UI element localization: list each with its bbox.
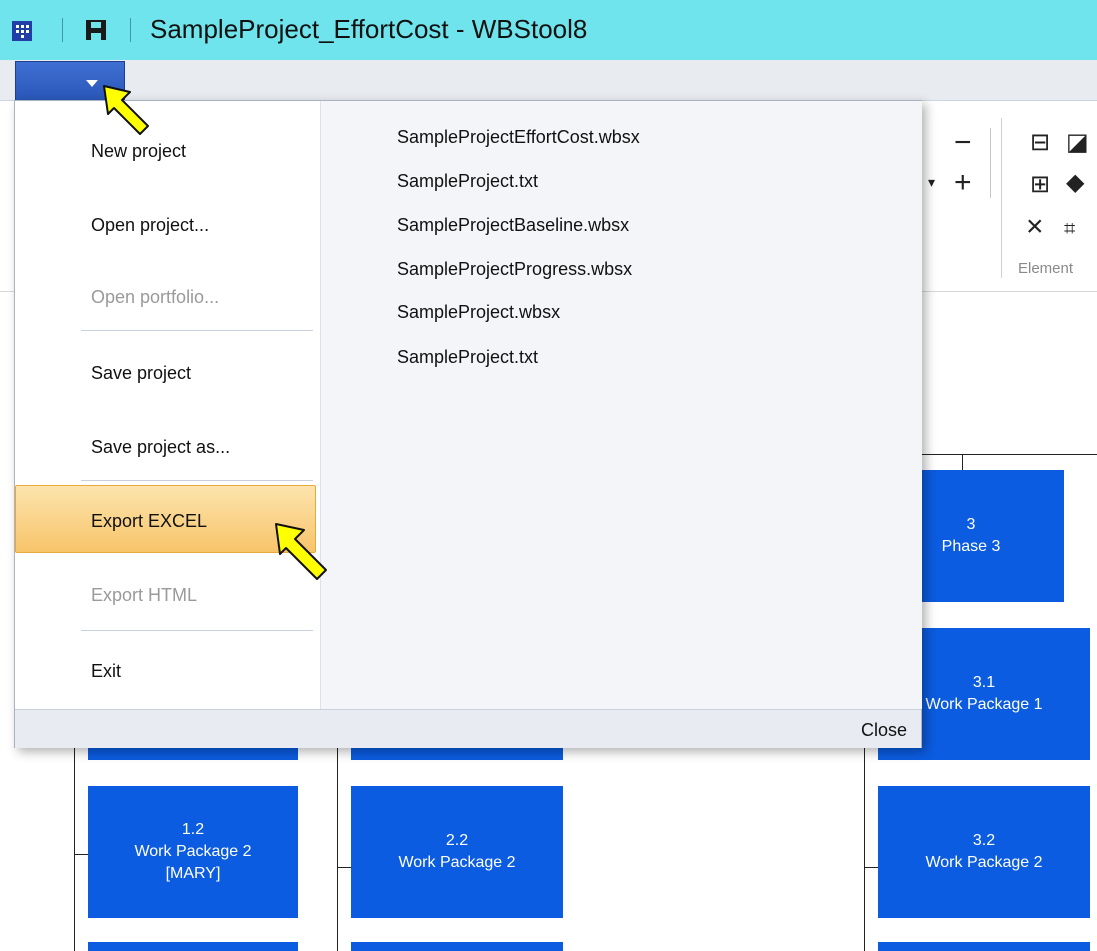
ribbon-group-label: Element <box>1018 260 1074 277</box>
menu-item-export-excel[interactable]: Export EXCEL <box>91 511 207 532</box>
wbs-box[interactable] <box>878 942 1090 951</box>
menu-item-save-project-as[interactable]: Save project as... <box>91 437 230 458</box>
recent-files-panel: SampleProjectEffortCost.wbsx SampleProje… <box>320 101 922 709</box>
connector-line <box>74 854 88 855</box>
edit-icon[interactable]: ◪ <box>1066 128 1089 158</box>
delete-icon[interactable]: × <box>1026 212 1044 242</box>
recent-file-item[interactable]: SampleProjectProgress.wbsx <box>397 259 632 280</box>
wbs-box-name: Work Package 2 <box>134 843 252 860</box>
menu-separator <box>81 630 313 631</box>
recent-file-item[interactable]: SampleProject.txt <box>397 171 538 192</box>
recent-file-item[interactable]: SampleProject.txt <box>397 347 538 368</box>
title-bar: SampleProject_EffortCost - WBStool8 <box>0 0 1097 60</box>
connector-line <box>864 748 865 951</box>
file-menu: New project Open project... Open portfol… <box>14 100 922 748</box>
wbs-box-2-2[interactable]: 2.2 Work Package 2 <box>351 786 563 918</box>
add-sibling-icon[interactable]: ⊞ <box>1030 170 1050 200</box>
plus-icon[interactable]: + <box>954 168 972 198</box>
ribbon-tab-bar <box>0 60 1097 101</box>
wbs-box-name: Work Package 2 <box>925 854 1043 871</box>
wbs-box-id: 1.2 <box>181 821 205 838</box>
recent-file-item[interactable]: SampleProject.wbsx <box>397 302 560 323</box>
connector-line <box>337 748 338 951</box>
menu-separator <box>81 480 313 481</box>
menu-separator <box>81 330 313 331</box>
window-title: SampleProject_EffortCost - WBStool8 <box>150 14 588 44</box>
menu-item-exit[interactable]: Exit <box>91 661 121 682</box>
close-button[interactable]: Close <box>861 720 907 741</box>
chevron-down-icon <box>86 80 98 87</box>
wbs-box-id: 2.2 <box>445 832 469 849</box>
menu-item-open-portfolio: Open portfolio... <box>91 287 220 307</box>
minus-icon[interactable]: − <box>954 128 972 158</box>
milestone-diamond-icon[interactable]: ◆ <box>1066 168 1084 198</box>
wbs-box[interactable] <box>88 942 298 951</box>
pointer-arrow-icon <box>275 523 327 580</box>
wbs-box-owner: [MARY] <box>165 865 221 882</box>
add-child-icon[interactable]: ⊟ <box>1030 128 1050 158</box>
pointer-arrow-icon <box>103 85 149 135</box>
menu-item-export-html: Export HTML <box>91 585 198 605</box>
file-menu-commands: New project Open project... Open portfol… <box>15 101 320 709</box>
app-icon[interactable] <box>12 21 32 41</box>
save-icon[interactable] <box>86 20 106 40</box>
menu-item-save-project[interactable]: Save project <box>91 363 191 384</box>
connector-line <box>864 867 878 868</box>
wbs-box-id: 3.2 <box>972 832 996 849</box>
ribbon-separator <box>1001 118 1002 278</box>
wbs-box-name: Work Package 2 <box>398 854 516 871</box>
ribbon-separator <box>990 128 991 198</box>
menu-item-open-project[interactable]: Open project... <box>91 215 209 236</box>
menu-item-new-project[interactable]: New project <box>91 141 186 162</box>
title-separator <box>62 18 63 42</box>
title-separator <box>130 18 131 42</box>
connector-line <box>74 748 75 951</box>
wbs-box-1-2[interactable]: 1.2 Work Package 2 [MARY] <box>88 786 298 918</box>
dropdown-arrow-icon[interactable]: ▾ <box>928 174 935 191</box>
wbs-box-3-2[interactable]: 3.2 Work Package 2 <box>878 786 1090 918</box>
wbs-box[interactable] <box>351 942 563 951</box>
connector-line <box>337 867 351 868</box>
file-menu-footer: Close <box>15 709 921 748</box>
org-chart-icon[interactable]: ⌗ <box>1064 214 1075 244</box>
recent-file-item[interactable]: SampleProjectBaseline.wbsx <box>397 215 629 236</box>
recent-file-item[interactable]: SampleProjectEffortCost.wbsx <box>397 127 640 148</box>
